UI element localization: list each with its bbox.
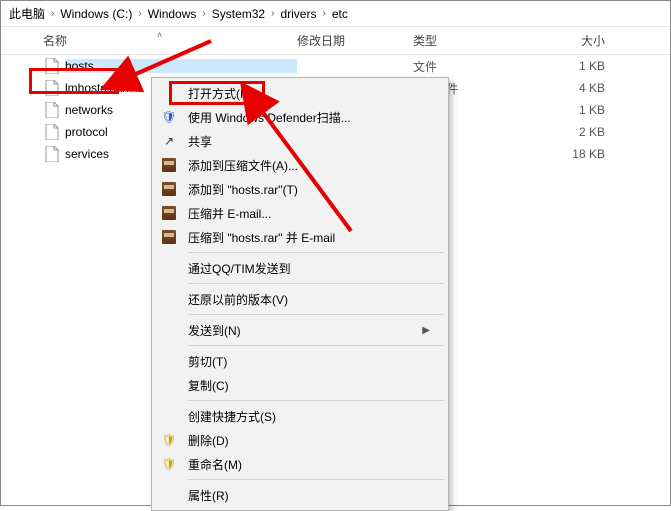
chevron-right-icon[interactable]: › (267, 8, 278, 19)
breadcrumb[interactable]: 此电脑 › Windows (C:) › Windows › System32 … (1, 1, 670, 27)
breadcrumb-seg[interactable]: drivers (278, 7, 318, 21)
menu-label: 打开方式(H) (188, 85, 253, 102)
file-icon (43, 57, 61, 75)
file-size: 4 KB (539, 81, 635, 95)
menu-add-to-archive[interactable]: 添加到压缩文件(A)... (154, 153, 446, 177)
file-icon (43, 79, 61, 97)
menu-label: 属性(R) (188, 487, 229, 504)
rar-icon (160, 156, 178, 174)
chevron-right-icon[interactable]: › (198, 8, 209, 19)
column-headers: 名称 修改日期 类型 大小 (1, 27, 670, 55)
breadcrumb-seg[interactable]: 此电脑 (7, 5, 47, 22)
menu-label: 复制(C) (188, 377, 229, 394)
breadcrumb-seg[interactable]: etc (330, 7, 350, 21)
share-icon: ↗ (160, 132, 178, 150)
menu-send-qq[interactable]: 通过QQ/TIM发送到 (154, 256, 446, 280)
menu-label: 添加到压缩文件(A)... (188, 157, 298, 174)
menu-open-with[interactable]: 打开方式(H) (154, 81, 446, 105)
chevron-right-icon[interactable]: › (318, 8, 329, 19)
menu-properties[interactable]: 属性(R) (154, 483, 446, 507)
menu-label: 删除(D) (188, 432, 229, 449)
breadcrumb-seg[interactable]: Windows (C:) (58, 7, 134, 21)
file-size: 2 KB (539, 125, 635, 139)
separator (188, 252, 444, 253)
file-size: 1 KB (539, 59, 635, 73)
file-size: 18 KB (539, 147, 635, 161)
breadcrumb-seg[interactable]: System32 (210, 7, 267, 21)
col-date[interactable]: 修改日期 (297, 32, 413, 49)
separator (188, 479, 444, 480)
menu-add-to-hosts-rar[interactable]: 添加到 "hosts.rar"(T) (154, 177, 446, 201)
separator (188, 314, 444, 315)
chevron-right-icon[interactable]: › (134, 8, 145, 19)
file-type: 文件 (413, 58, 539, 75)
rar-icon (160, 204, 178, 222)
menu-label: 创建快捷方式(S) (188, 408, 276, 425)
separator (188, 283, 444, 284)
col-size[interactable]: 大小 (539, 32, 635, 49)
chevron-right-icon[interactable]: › (47, 8, 58, 19)
shield-icon: 🛡 (160, 455, 178, 473)
sort-indicator-icon: ˄ (157, 30, 162, 40)
menu-label: 添加到 "hosts.rar"(T) (188, 181, 298, 198)
shield-icon: 🛡 (160, 108, 178, 126)
menu-label: 压缩并 E-mail... (188, 205, 271, 222)
file-name: hosts (65, 59, 297, 73)
menu-label: 发送到(N) (188, 322, 241, 339)
file-row[interactable]: hosts 文件 1 KB (1, 55, 670, 77)
file-icon (43, 123, 61, 141)
menu-create-shortcut[interactable]: 创建快捷方式(S) (154, 404, 446, 428)
menu-label: 重命名(M) (188, 456, 242, 473)
menu-label: 剪切(T) (188, 353, 227, 370)
menu-rename[interactable]: 🛡 重命名(M) (154, 452, 446, 476)
menu-compress-email[interactable]: 压缩并 E-mail... (154, 201, 446, 225)
menu-label: 使用 Windows Defender扫描... (188, 109, 351, 126)
menu-cut[interactable]: 剪切(T) (154, 349, 446, 373)
menu-delete[interactable]: 🛡 删除(D) (154, 428, 446, 452)
separator (188, 400, 444, 401)
menu-restore-version[interactable]: 还原以前的版本(V) (154, 287, 446, 311)
menu-copy[interactable]: 复制(C) (154, 373, 446, 397)
menu-send-to[interactable]: 发送到(N) ▶ (154, 318, 446, 342)
rar-icon (160, 228, 178, 246)
file-size: 1 KB (539, 103, 635, 117)
menu-share[interactable]: ↗ 共享 (154, 129, 446, 153)
menu-label: 通过QQ/TIM发送到 (188, 260, 291, 277)
file-icon (43, 101, 61, 119)
col-type[interactable]: 类型 (413, 32, 539, 49)
separator (188, 345, 444, 346)
menu-compress-rar-email[interactable]: 压缩到 "hosts.rar" 并 E-mail (154, 225, 446, 249)
col-name[interactable]: 名称 (43, 32, 297, 49)
context-menu: 打开方式(H) 🛡 使用 Windows Defender扫描... ↗ 共享 … (151, 77, 449, 511)
chevron-right-icon: ▶ (422, 325, 430, 336)
rar-icon (160, 180, 178, 198)
breadcrumb-seg[interactable]: Windows (146, 7, 199, 21)
file-icon (43, 145, 61, 163)
shield-icon: 🛡 (160, 431, 178, 449)
menu-label: 共享 (188, 133, 212, 150)
menu-defender-scan[interactable]: 🛡 使用 Windows Defender扫描... (154, 105, 446, 129)
menu-label: 压缩到 "hosts.rar" 并 E-mail (188, 229, 335, 246)
menu-label: 还原以前的版本(V) (188, 291, 288, 308)
